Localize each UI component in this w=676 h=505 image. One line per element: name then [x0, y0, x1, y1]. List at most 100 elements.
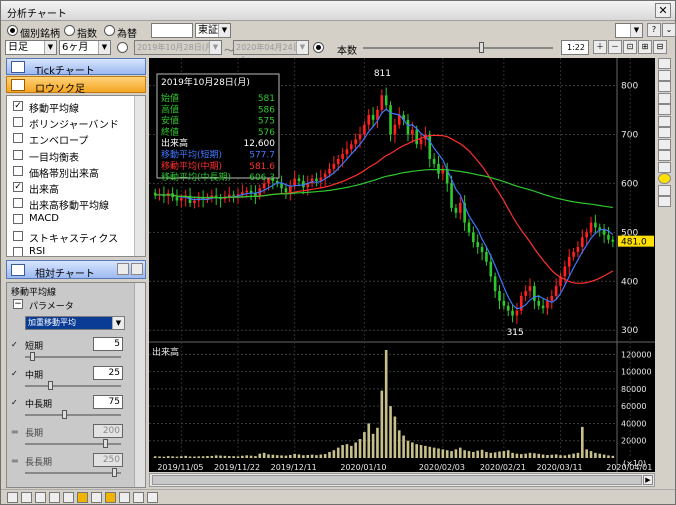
- indicator-item[interactable]: ストキャスティクス: [7, 228, 135, 245]
- rect-icon[interactable]: [119, 492, 130, 503]
- layout-icon[interactable]: [147, 492, 158, 503]
- ma-line-toggle[interactable]: ▬: [11, 456, 21, 466]
- scroll-right-icon[interactable]: ▶: [643, 475, 653, 485]
- indicator-checkbox[interactable]: [13, 117, 23, 128]
- ma-period-value[interactable]: 25: [93, 366, 123, 380]
- pointer-icon[interactable]: [658, 58, 671, 69]
- parameter-scrollbar[interactable]: [134, 283, 145, 487]
- radio-forex[interactable]: [104, 25, 115, 36]
- date-from-select[interactable]: 2019年10月28日(月) ▼: [134, 40, 222, 55]
- ma-period-slider-thumb[interactable]: [112, 468, 118, 477]
- chevron-down-icon[interactable]: ▼: [44, 41, 56, 54]
- ma-line-toggle[interactable]: ✓: [11, 340, 21, 350]
- indicator-item[interactable]: ✓ 移動平均線: [7, 98, 135, 115]
- zoom-reset-icon[interactable]: ⊞: [638, 40, 652, 54]
- horizontal-line-icon[interactable]: [658, 81, 671, 92]
- ma-period-slider[interactable]: [25, 356, 121, 358]
- indicator-checkbox[interactable]: [13, 133, 23, 144]
- period-icon[interactable]: [105, 492, 116, 503]
- chart-settings-icon[interactable]: [117, 263, 129, 275]
- zoom-out-icon[interactable]: －: [608, 40, 622, 54]
- indicator-item[interactable]: 出来高移動平均線: [7, 195, 135, 212]
- parallel-icon[interactable]: [63, 492, 74, 503]
- date-to-select[interactable]: 2020年04月24日(金)▼: [233, 40, 309, 65]
- vline-icon[interactable]: [49, 492, 60, 503]
- ma-period-slider-thumb[interactable]: [29, 352, 35, 361]
- indicator-checkbox[interactable]: [13, 230, 23, 241]
- indicator-item[interactable]: MACD: [7, 211, 135, 227]
- indicator-item[interactable]: ボリンジャーバンド: [7, 114, 135, 131]
- chart-horizontal-scrollbar[interactable]: ▶: [149, 473, 655, 487]
- tick-chart-button[interactable]: Tickチャート: [6, 58, 146, 77]
- ma-line-toggle[interactable]: ▬: [11, 427, 21, 437]
- chevron-down-icon[interactable]: ▼: [218, 24, 230, 37]
- close-button[interactable]: ✕: [655, 3, 671, 18]
- collapse-icon[interactable]: ⌄: [662, 23, 676, 37]
- count-slider-track[interactable]: [363, 47, 553, 49]
- indicator-checkbox[interactable]: ✓: [13, 101, 23, 111]
- layout-select[interactable]: ▼: [615, 23, 643, 38]
- radio-individual-stock[interactable]: [7, 25, 18, 36]
- chart-export-icon[interactable]: [131, 263, 143, 275]
- ma-line-toggle[interactable]: ✓: [11, 369, 21, 379]
- ma-period-slider[interactable]: [25, 414, 121, 416]
- chevron-down-icon[interactable]: ▼: [296, 41, 308, 54]
- scrollbar-thumb[interactable]: [152, 475, 642, 485]
- ma-method-select[interactable]: 加重移動平均 ▼: [25, 316, 125, 330]
- relative-chart-button[interactable]: 相対チャート: [6, 260, 146, 280]
- zoom-range-icon[interactable]: ⊟: [653, 40, 667, 54]
- code-input[interactable]: [151, 23, 193, 38]
- period-range-select[interactable]: 6ヶ月 ▼: [59, 40, 111, 55]
- count-slider-thumb[interactable]: [479, 42, 484, 53]
- date-range-radio[interactable]: [117, 42, 128, 53]
- help-icon[interactable]: ?: [647, 23, 661, 37]
- indicator-checkbox[interactable]: ✓: [13, 182, 23, 192]
- candlestick-button[interactable]: ロウソク足: [6, 76, 146, 95]
- ma-period-slider-thumb[interactable]: [103, 439, 109, 448]
- hline-icon[interactable]: [35, 492, 46, 503]
- vertical-line-icon[interactable]: [658, 92, 671, 104]
- indicator-checkbox[interactable]: [13, 214, 23, 225]
- zoom-fit-icon[interactable]: ⊡: [623, 40, 637, 54]
- indicator-item[interactable]: ✓ 出来高: [7, 179, 135, 196]
- indicator-item[interactable]: 価格帯別出来高: [7, 163, 135, 180]
- ma-period-slider[interactable]: [25, 472, 121, 474]
- print-icon[interactable]: [658, 184, 671, 196]
- ma-period-value[interactable]: 75: [93, 395, 123, 409]
- channel-icon[interactable]: [658, 104, 671, 115]
- indicator-checkbox[interactable]: [13, 165, 23, 176]
- chart-svg[interactable]: 8007006005004003001200001000008000060000…: [149, 58, 655, 472]
- indicator-item[interactable]: エンベロープ: [7, 130, 135, 147]
- zoom-in-icon[interactable]: ＋: [593, 40, 607, 54]
- chevron-down-icon[interactable]: ▼: [209, 41, 221, 54]
- zoom-value[interactable]: 1:22: [561, 40, 589, 55]
- ma-period-slider[interactable]: [25, 385, 121, 387]
- ma-period-value[interactable]: 250: [93, 453, 123, 467]
- eraser-icon[interactable]: [658, 161, 671, 173]
- chevron-down-icon[interactable]: ▼: [98, 41, 110, 54]
- trendline-icon[interactable]: [658, 69, 671, 81]
- ma-line-toggle[interactable]: ✓: [11, 398, 21, 408]
- radio-index[interactable]: [64, 25, 75, 36]
- market-select[interactable]: 東証 ▼: [195, 23, 231, 38]
- indicator-checkbox[interactable]: [13, 246, 23, 256]
- fib-icon[interactable]: [77, 492, 88, 503]
- ma-period-value[interactable]: 200: [93, 424, 123, 438]
- cursor-icon[interactable]: [7, 492, 18, 503]
- period-type-select[interactable]: 日足 ▼: [5, 40, 57, 55]
- indicator-checkbox[interactable]: [13, 149, 23, 160]
- indicator-checkbox[interactable]: [13, 198, 23, 209]
- circle-icon[interactable]: [658, 138, 671, 150]
- indicator-item[interactable]: 一目均衡表: [7, 147, 135, 164]
- zoom-icon[interactable]: [133, 492, 144, 503]
- collapse-parameter-icon[interactable]: −: [13, 299, 23, 309]
- chevron-down-icon[interactable]: ▼: [112, 317, 124, 329]
- indicator-item[interactable]: RSI: [7, 244, 135, 256]
- indicator-list-scrollbar[interactable]: [134, 96, 145, 256]
- line-icon[interactable]: [21, 492, 32, 503]
- text-icon[interactable]: [658, 127, 671, 138]
- count-radio[interactable]: [313, 42, 324, 53]
- chevron-down-icon[interactable]: ▼: [630, 24, 642, 37]
- export-icon[interactable]: [658, 196, 671, 207]
- ma-period-slider-thumb[interactable]: [48, 381, 53, 390]
